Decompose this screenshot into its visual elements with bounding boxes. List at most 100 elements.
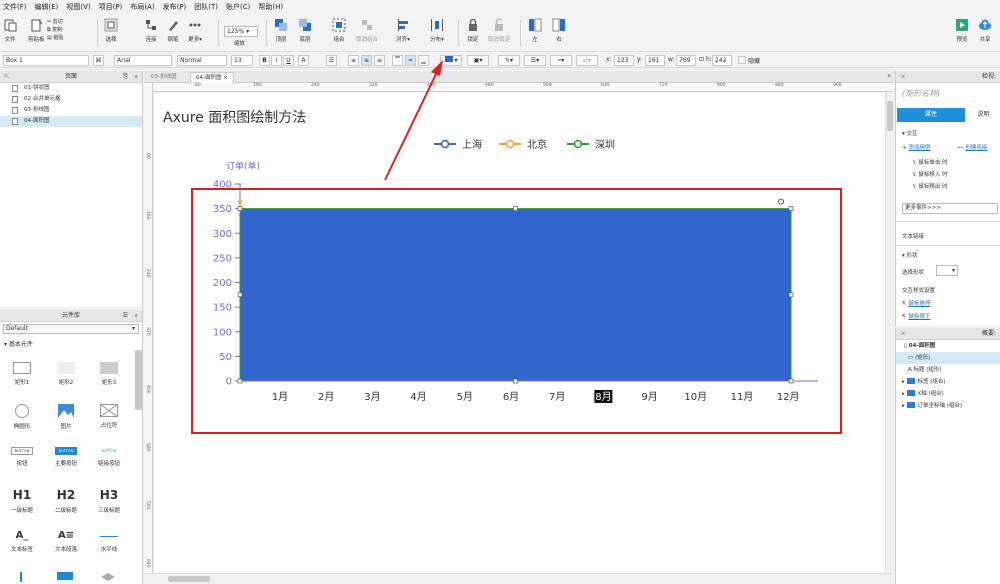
collapse-icon[interactable]: ⇲ <box>900 328 905 340</box>
width-field[interactable]: 769 <box>676 55 696 66</box>
vertical-line-icon[interactable] <box>20 572 22 582</box>
library-section[interactable]: ▾ 基本元件 <box>0 336 142 351</box>
hidden-checkbox[interactable] <box>738 56 746 64</box>
design-canvas[interactable]: Axure 面积图绘制方法 订单(单) 0 50 100 150 200 250 300 350… <box>154 93 885 573</box>
menu-account[interactable]: 账户(C) <box>226 2 250 12</box>
widget-rectangle-1[interactable]: 矩形1 <box>2 362 42 386</box>
tab-notes[interactable]: 说明 <box>966 108 1000 122</box>
menu-team[interactable]: 团队(T) <box>194 2 218 12</box>
widget-heading-3[interactable]: H3 三级标题 <box>89 488 129 514</box>
align-top-button[interactable]: ▔ <box>392 55 403 66</box>
more-events-select[interactable]: 更多事件>>> <box>902 203 998 214</box>
page-item[interactable]: 02-合并单元格 <box>0 94 142 105</box>
shape-select[interactable]: ▾ <box>936 265 958 276</box>
outline-item-rectangle[interactable]: ▭ (矩形) <box>896 352 1000 364</box>
line-color-button[interactable]: ✎▾ <box>498 55 520 66</box>
chevron-down-icon[interactable]: ▾ <box>887 72 891 80</box>
align-center-button[interactable]: ≡ <box>361 55 372 66</box>
right-panel-toggle[interactable]: 右 <box>552 18 566 43</box>
hover-style-link[interactable]: ⇱ 鼠标悬停 <box>902 299 930 307</box>
vertical-scrollbar[interactable] <box>885 93 894 573</box>
shadow-button[interactable]: ▣▾ <box>467 55 489 66</box>
group-button[interactable]: 组合 <box>332 18 346 43</box>
fill-color-button[interactable]: ▾ <box>440 55 462 66</box>
menu-view[interactable]: 视图(V) <box>66 2 90 12</box>
widget-rectangle-3[interactable]: 矩形3 <box>89 362 129 386</box>
event-mouseenter[interactable]: ↯ 鼠标移入 时 <box>912 170 948 178</box>
mousedown-style-link[interactable]: ⇱ 鼠标按下 <box>902 312 930 320</box>
pen-button[interactable]: 钢笔 <box>166 18 180 43</box>
widget-placeholder[interactable]: 占位符 <box>89 404 129 429</box>
y-field[interactable]: 161 <box>645 55 665 66</box>
font-color-button[interactable]: A <box>298 55 309 66</box>
cut-button[interactable]: ✂ 剪切 <box>47 18 63 26</box>
bring-to-front-button[interactable]: 顶层 <box>274 18 288 43</box>
preview-button[interactable]: 预览 <box>955 18 969 43</box>
underline-button[interactable]: U <box>283 55 294 66</box>
aspect-lock-icon[interactable]: ⊡ <box>699 56 704 63</box>
tab-line-chart[interactable]: 03-折线图 <box>146 72 181 83</box>
search-icon[interactable]: ⌕ <box>135 71 138 83</box>
align-left-button[interactable]: ≡ <box>348 55 359 66</box>
left-panel-toggle[interactable]: 左 <box>528 18 542 43</box>
menu-edit[interactable]: 编辑(E) <box>35 2 59 12</box>
widget-horizontal-line[interactable]: 水平线 <box>89 530 129 553</box>
connect-button[interactable]: 连接 <box>144 18 158 43</box>
widget-heading-2[interactable]: H2 二级标题 <box>46 488 86 514</box>
widget-primary-button[interactable]: BUTTON 主要按钮 <box>46 447 86 467</box>
page-item-selected[interactable]: 04-面积图 <box>0 116 142 127</box>
zoom-select[interactable]: 125% ▾ <box>224 26 258 37</box>
widget-image[interactable]: 图片 <box>46 404 86 430</box>
align-bottom-button[interactable]: ▁ <box>418 55 429 66</box>
select-button[interactable]: 选择 <box>104 18 118 43</box>
more-button[interactable]: 更多▾ <box>188 18 202 43</box>
align-button[interactable]: 对齐▾ <box>396 18 410 43</box>
bold-button[interactable]: B <box>259 55 270 66</box>
shape-section[interactable]: ▾ 形状 <box>902 251 918 259</box>
close-icon[interactable]: × <box>223 75 228 81</box>
outline-item-y-axis[interactable]: ▸ 订单坐标轴 (组合) <box>896 400 1000 412</box>
font-size-select[interactable]: 13 <box>231 55 253 66</box>
collapse-icon[interactable]: ⇱ <box>4 71 9 83</box>
interaction-section[interactable]: ▾ 交互 <box>902 129 918 137</box>
horizontal-scrollbar[interactable] <box>144 573 894 584</box>
share-button[interactable]: 共享 <box>978 18 992 43</box>
align-right-button[interactable]: ≡ <box>374 55 385 66</box>
menu-help[interactable]: 帮助(H) <box>258 2 283 12</box>
lock-button[interactable]: 锁定 <box>466 18 480 43</box>
outline-item-x-axis[interactable]: ▸ X轴 (组合) <box>896 388 1000 400</box>
hotspot-icon[interactable] <box>57 572 73 580</box>
widget-ellipse[interactable]: 椭圆形 <box>2 404 42 430</box>
outline-item-title[interactable]: A 标题 (矩形) <box>896 364 1000 376</box>
font-style-select[interactable]: Normal <box>177 55 227 66</box>
distribute-button[interactable]: 分布▾ <box>430 18 444 43</box>
unlock-button[interactable]: 取消锁定 <box>488 18 510 43</box>
file-button[interactable]: 文件 <box>3 18 17 43</box>
arrow-style-button[interactable]: ⇄▾ <box>576 55 598 66</box>
clipboard-button[interactable]: 剪贴板 <box>28 18 45 43</box>
library-scrollbar[interactable] <box>135 350 142 410</box>
text-link-section[interactable]: 文本链接 <box>902 232 924 240</box>
menu-arrange[interactable]: 布局(A) <box>130 2 154 12</box>
send-to-back-button[interactable]: 底层 <box>298 18 312 43</box>
widget-paragraph[interactable]: A≡ 文本段落 <box>46 530 86 553</box>
paste-button[interactable]: ▤ 粘贴 <box>47 34 63 42</box>
widget-name-input[interactable]: (矩形名称) <box>902 88 940 99</box>
line-width-button[interactable]: ☰▾ <box>524 55 546 66</box>
page-item[interactable]: 03-折线图 <box>0 105 142 116</box>
x-field[interactable]: 123 <box>614 55 634 66</box>
menu-project[interactable]: 项目(P) <box>99 2 123 12</box>
outline-page[interactable]: ▯ 04-面积图 <box>896 340 1000 352</box>
add-page-icon[interactable]: ⎘ <box>123 71 128 83</box>
area-chart[interactable]: 订单(单) 0 50 100 150 200 250 300 350 400 1月 2月 3月 4月 5月 6… <box>154 93 885 573</box>
tab-properties[interactable]: 属性 <box>897 108 965 122</box>
menu-publish[interactable]: 发布(P) <box>163 2 187 12</box>
scroll-thumb[interactable] <box>168 576 210 582</box>
dynamic-panel-icon[interactable] <box>101 573 115 581</box>
event-mouseleave[interactable]: ↯ 鼠标移出 时 <box>912 182 948 190</box>
bullet-list-button[interactable]: ☰ <box>326 55 337 66</box>
widget-link-button[interactable]: BUTTON 链接按钮 <box>89 447 129 467</box>
menu-icon[interactable]: ☰ <box>123 310 128 322</box>
library-select[interactable]: Default ▾ <box>3 324 139 334</box>
copy-button[interactable]: ⧉ 复制 <box>47 26 63 34</box>
